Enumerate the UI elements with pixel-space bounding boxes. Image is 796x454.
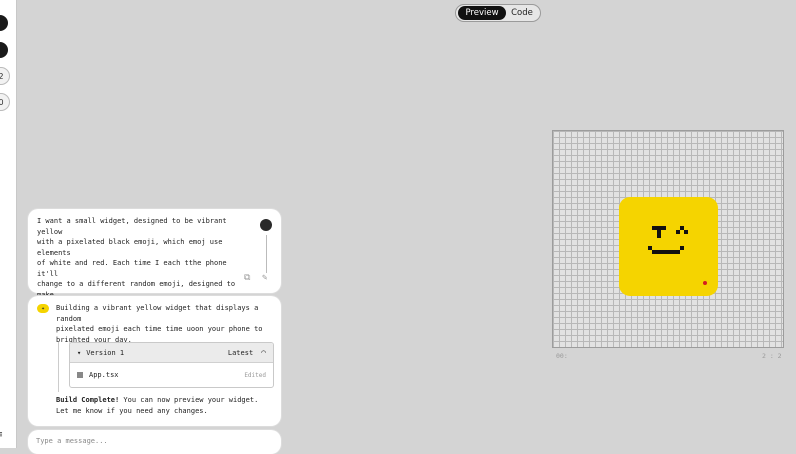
preview-canvas	[552, 130, 784, 348]
user-message-card: I want a small widget, designed to be vi…	[28, 209, 281, 309]
version-title: Version 1	[86, 348, 125, 357]
left-eye-pixel	[657, 230, 661, 238]
assistant-intro-text: Building a vibrant yellow widget that di…	[56, 304, 263, 344]
latest-badge: Latest	[227, 348, 254, 357]
right-eye-pixel	[676, 230, 680, 234]
right-eye-pixel	[684, 230, 688, 234]
rail-item-2[interactable]	[0, 42, 8, 58]
message-composer	[28, 430, 281, 454]
assistant-badge-icon: ✦	[37, 304, 49, 313]
rail-item-4[interactable]: 0	[0, 93, 10, 111]
edit-icon[interactable]: ✎	[262, 273, 267, 283]
menu-icon[interactable]: ≡	[0, 430, 2, 440]
view-toggle: Preview Code	[455, 4, 541, 22]
tab-code[interactable]: Code	[506, 6, 538, 20]
assistant-message-card: ✦ Building a vibrant yellow widget that …	[28, 296, 281, 426]
completion-bold: Build Complete!	[56, 396, 120, 404]
message-input[interactable]	[34, 433, 268, 449]
thread-line	[58, 342, 59, 392]
left-rail: 2 0 ≡	[0, 0, 17, 448]
red-accent-pixel	[703, 281, 707, 285]
avatar	[260, 219, 272, 231]
tab-preview[interactable]: Preview	[458, 6, 506, 20]
emoji-widget[interactable]	[619, 197, 718, 296]
file-status: Edited	[244, 371, 266, 379]
copy-icon[interactable]: ⧉	[244, 273, 250, 283]
preview-footer-right: 2 : 2	[762, 352, 782, 360]
rail-item-1[interactable]	[0, 15, 8, 31]
file-row[interactable]: App.tsx Edited	[70, 363, 273, 387]
mouth-pixel	[680, 246, 684, 250]
eye-icon[interactable]: ◠	[261, 348, 266, 357]
file-icon	[77, 372, 83, 378]
chevron-down-icon: ▾	[77, 348, 82, 357]
file-name: App.tsx	[89, 371, 119, 379]
rail-item-3[interactable]: 2	[0, 67, 10, 85]
version-header[interactable]: ▾ Version 1 Latest ◠	[70, 343, 273, 363]
preview-footer-left: 00:	[556, 352, 568, 360]
completion-text: Build Complete! You can now preview your…	[56, 395, 274, 416]
divider	[266, 235, 267, 273]
mouth-pixel	[652, 250, 680, 254]
version-card[interactable]: ▾ Version 1 Latest ◠ App.tsx Edited	[69, 342, 274, 388]
